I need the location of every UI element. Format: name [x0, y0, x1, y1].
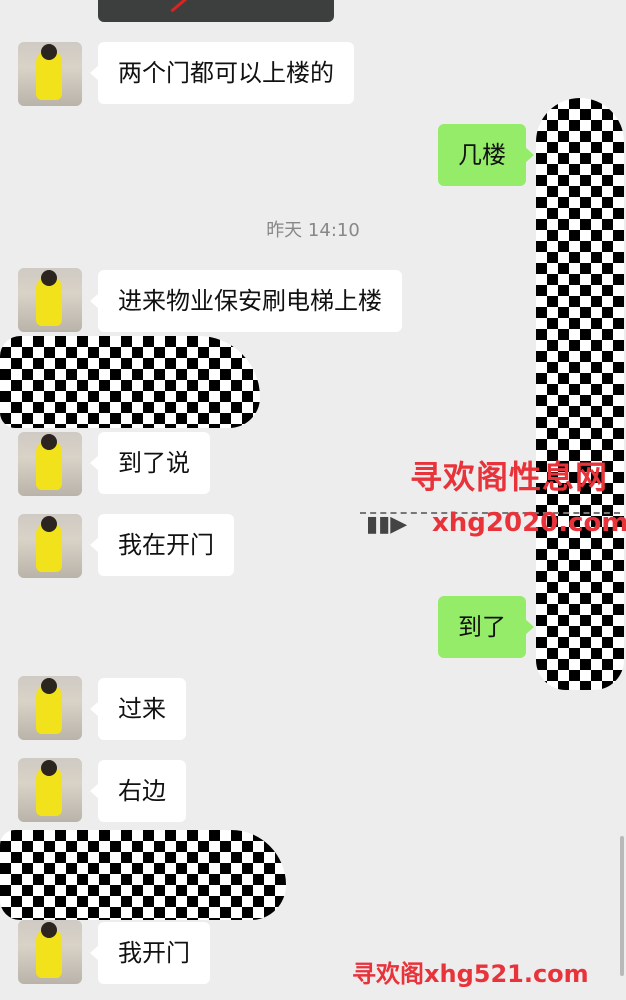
watermark-bottom: 寻欢阁xhg521.com — [352, 960, 589, 988]
contact-avatar[interactable] — [18, 514, 82, 578]
incoming-message-bubble[interactable]: 进来物业保安刷电梯上楼 — [90, 270, 402, 332]
contact-avatar[interactable] — [18, 758, 82, 822]
contact-avatar[interactable] — [18, 676, 82, 740]
contact-avatar[interactable] — [18, 432, 82, 496]
image-message-thumbnail[interactable] — [98, 0, 334, 22]
incoming-message-bubble[interactable]: 我开门 — [90, 922, 210, 984]
contact-avatar[interactable] — [18, 268, 82, 332]
watermark-arrow-icon: ▮▮▶ — [366, 512, 408, 537]
outgoing-message-bubble[interactable]: 几楼 — [438, 124, 534, 186]
incoming-message-bubble[interactable]: 过来 — [90, 678, 186, 740]
redaction-mask — [536, 98, 624, 690]
contact-avatar[interactable] — [18, 920, 82, 984]
redaction-mask — [0, 830, 286, 920]
redaction-mask — [0, 336, 260, 428]
contact-avatar[interactable] — [18, 42, 82, 106]
watermark-title: 寻欢阁性息网 — [410, 458, 609, 496]
watermark-url: xhg2020.com — [432, 508, 626, 538]
incoming-message-bubble[interactable]: 右边 — [90, 760, 186, 822]
message-timestamp: 昨天 14:10 — [266, 220, 360, 241]
scrollbar[interactable] — [620, 836, 624, 976]
incoming-message-bubble[interactable]: 我在开门 — [90, 514, 234, 576]
incoming-message-bubble[interactable]: 到了说 — [90, 432, 210, 494]
incoming-message-bubble[interactable]: 两个门都可以上楼的 — [90, 42, 354, 104]
outgoing-message-bubble[interactable]: 到了 — [438, 596, 534, 658]
